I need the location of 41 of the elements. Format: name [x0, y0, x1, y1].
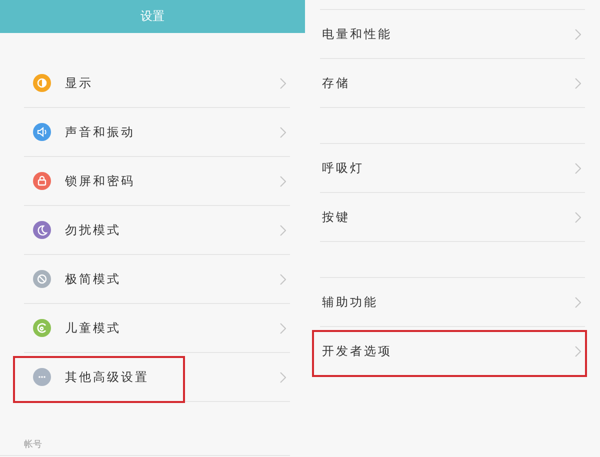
settings-row[interactable]: 极简模式 [24, 255, 290, 304]
settings-row[interactable]: 儿童模式 [24, 304, 290, 353]
row-label: 锁屏和密码 [65, 172, 136, 190]
chevron-icon [575, 162, 581, 174]
chevron-icon [280, 274, 286, 284]
settings-row[interactable]: 电量和性能 [320, 10, 585, 59]
settings-row[interactable]: 显示 [24, 59, 290, 108]
row-label: 勿扰模式 [65, 222, 122, 238]
row-label: 呼吸灯 [322, 160, 365, 176]
header-title: 设置 [0, 0, 305, 33]
row-label: 其他高级设置 [65, 368, 150, 386]
section-label: 帐号 [24, 440, 42, 450]
chevron-icon [280, 224, 286, 236]
settings-row[interactable]: 声音和振动 [24, 108, 290, 157]
row-label: 辅助功能 [322, 294, 379, 310]
settings-row[interactable]: 辅助功能 [320, 278, 585, 327]
chevron-icon [280, 322, 286, 334]
row-label: 开发者选项 [322, 342, 393, 360]
chevron-icon [575, 212, 581, 222]
settings-row[interactable]: 锁屏和密码 [24, 157, 290, 206]
settings-row[interactable]: 按键 [320, 193, 585, 242]
row-label: 极简模式 [65, 270, 122, 288]
settings-row[interactable]: 呼吸灯 [320, 144, 585, 193]
row-label: 存储 [322, 74, 351, 92]
chevron-icon [575, 346, 581, 356]
settings-row[interactable]: 其他高级设置 [24, 353, 290, 402]
chevron-icon [280, 126, 286, 138]
row-label: 显示 [65, 74, 94, 92]
chevron-icon [575, 28, 581, 40]
chevron-icon [280, 372, 286, 382]
chevron-icon [280, 176, 286, 186]
row-label: 电量和性能 [322, 26, 393, 42]
chevron-icon [280, 78, 286, 88]
settings-row[interactable]: 存储 [320, 59, 585, 108]
row-label: 儿童模式 [65, 320, 122, 336]
row-label: 声音和振动 [65, 124, 136, 140]
row-label: 按键 [322, 208, 351, 226]
chevron-icon [575, 78, 581, 88]
settings-row[interactable]: 开发者选项 [320, 327, 585, 376]
chevron-icon [575, 296, 581, 308]
settings-row[interactable]: 勿扰模式 [24, 206, 290, 255]
